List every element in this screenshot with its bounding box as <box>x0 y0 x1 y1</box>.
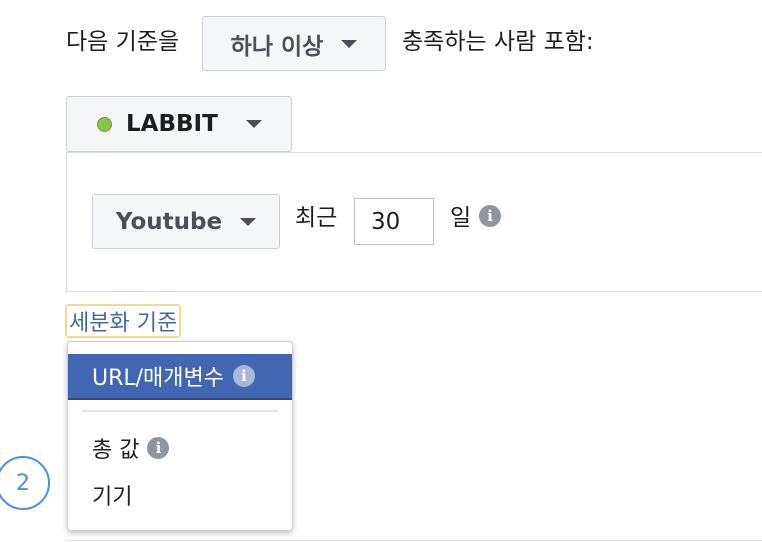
source-select[interactable]: Youtube <box>92 194 280 249</box>
info-icon[interactable]: i <box>233 365 256 387</box>
refine-link-label: 세분화 기준 <box>69 311 178 336</box>
dropdown-item-device[interactable]: 기기 <box>68 478 292 512</box>
source-label: Youtube <box>115 208 223 235</box>
divider <box>66 540 762 541</box>
pixel-select[interactable]: LABBIT <box>66 96 292 152</box>
dropdown-item-url-params[interactable]: URL/매개변수 i <box>68 354 292 400</box>
chevron-down-icon <box>341 39 358 48</box>
dropdown-item-label: 기기 <box>92 485 133 510</box>
refine-dropdown: URL/매개변수 i 총 값 i 기기 <box>67 341 293 531</box>
dropdown-item-label: 총 값 <box>92 438 140 463</box>
menu-separator <box>82 410 278 412</box>
step-badge: 2 <box>0 456 50 510</box>
criteria-suffix: 충족하는 사람 포함: <box>402 29 594 55</box>
status-dot-icon <box>97 116 112 132</box>
chevron-down-icon <box>240 217 257 226</box>
info-icon[interactable]: i <box>479 205 501 227</box>
criteria-prefix: 다음 기준을 <box>66 29 180 55</box>
days-unit-label: 일 <box>450 205 472 231</box>
dropdown-item-total-value[interactable]: 총 값 i <box>68 431 292 465</box>
chevron-down-icon <box>245 120 262 128</box>
info-icon[interactable]: i <box>147 437 170 459</box>
days-input[interactable] <box>354 198 434 245</box>
match-type-select[interactable]: 하나 이상 <box>202 16 386 71</box>
refine-link[interactable]: 세분화 기준 <box>65 304 182 338</box>
dropdown-item-label: URL/매개변수 <box>92 366 225 391</box>
step-number: 2 <box>16 470 30 496</box>
pixel-name: LABBIT <box>126 111 218 137</box>
recent-label: 최근 <box>295 205 338 231</box>
match-type-label: 하나 이상 <box>230 33 324 60</box>
